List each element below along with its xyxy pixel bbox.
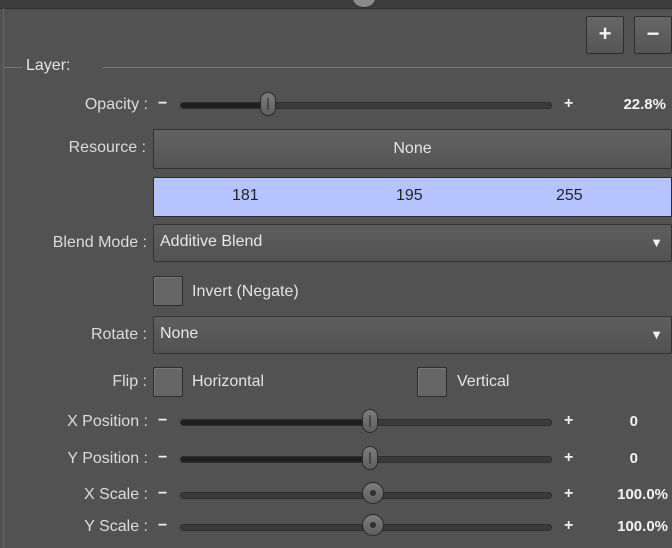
color-blue-value: 255 bbox=[556, 187, 583, 204]
y-position-decrease-button[interactable]: − bbox=[158, 449, 167, 467]
color-green-value: 195 bbox=[396, 187, 423, 204]
y-scale-label: Y Scale : bbox=[84, 518, 148, 535]
flip-label: Flip : bbox=[112, 373, 147, 390]
x-scale-value: 100.0% bbox=[617, 486, 668, 503]
x-position-value: 0 bbox=[629, 413, 638, 430]
y-position-increase-button[interactable]: + bbox=[564, 449, 573, 467]
add-layer-button[interactable]: + bbox=[586, 16, 624, 54]
opacity-label: Opacity : bbox=[84, 96, 148, 113]
invert-label: Invert (Negate) bbox=[192, 283, 299, 300]
flip-horizontal-checkbox[interactable] bbox=[153, 367, 183, 397]
opacity-decrease-button[interactable]: − bbox=[158, 95, 167, 113]
color-red-value: 181 bbox=[232, 187, 259, 204]
x-position-increase-button[interactable]: + bbox=[564, 412, 573, 430]
resource-value: None bbox=[393, 140, 432, 157]
previous-section-strip bbox=[0, 0, 672, 9]
x-position-slider-fill bbox=[181, 420, 371, 425]
opacity-slider-thumb[interactable] bbox=[260, 92, 276, 116]
blend-mode-dropdown[interactable]: Additive Blend ▼ bbox=[153, 224, 672, 262]
slider-thumb-partial[interactable] bbox=[352, 0, 376, 8]
x-position-decrease-button[interactable]: − bbox=[158, 412, 167, 430]
rotate-dropdown[interactable]: None ▼ bbox=[153, 316, 672, 354]
x-scale-slider-thumb[interactable] bbox=[362, 482, 384, 504]
x-scale-label: X Scale : bbox=[83, 486, 148, 503]
resource-button[interactable]: None bbox=[153, 129, 672, 169]
triangle-down-icon: ▼ bbox=[650, 327, 663, 342]
legend-rule bbox=[102, 67, 672, 68]
y-scale-value: 100.0% bbox=[617, 518, 668, 535]
flip-vertical-checkbox[interactable] bbox=[417, 367, 447, 397]
color-swatch[interactable]: 181 195 255 bbox=[153, 177, 672, 217]
opacity-value: 22.8% bbox=[623, 96, 666, 113]
y-scale-increase-button[interactable]: + bbox=[564, 517, 573, 535]
rotate-value: None bbox=[160, 325, 199, 342]
flip-vertical-label: Vertical bbox=[457, 373, 510, 390]
triangle-down-icon: ▼ bbox=[650, 235, 663, 250]
remove-layer-button[interactable]: − bbox=[634, 16, 672, 54]
resource-label: Resource : bbox=[68, 139, 146, 156]
opacity-increase-button[interactable]: + bbox=[564, 95, 573, 113]
flip-horizontal-label: Horizontal bbox=[192, 373, 265, 390]
y-position-value: 0 bbox=[629, 450, 638, 467]
x-position-label: X Position : bbox=[67, 413, 148, 430]
blend-mode-value: Additive Blend bbox=[160, 233, 263, 250]
opacity-slider-fill bbox=[181, 103, 269, 108]
x-position-slider-thumb[interactable] bbox=[362, 409, 378, 433]
y-scale-slider-thumb[interactable] bbox=[362, 514, 384, 536]
y-position-label: Y Position : bbox=[67, 450, 148, 467]
y-position-slider-thumb[interactable] bbox=[362, 446, 378, 470]
invert-checkbox[interactable] bbox=[153, 276, 183, 306]
y-scale-decrease-button[interactable]: − bbox=[158, 517, 167, 535]
blend-mode-label: Blend Mode : bbox=[52, 234, 147, 251]
x-scale-increase-button[interactable]: + bbox=[564, 485, 573, 503]
layer-group-title: Layer: bbox=[26, 57, 71, 74]
legend-rule-left bbox=[4, 67, 22, 68]
rotate-label: Rotate : bbox=[90, 326, 147, 343]
x-scale-decrease-button[interactable]: − bbox=[158, 485, 167, 503]
y-position-slider-fill bbox=[181, 457, 371, 462]
